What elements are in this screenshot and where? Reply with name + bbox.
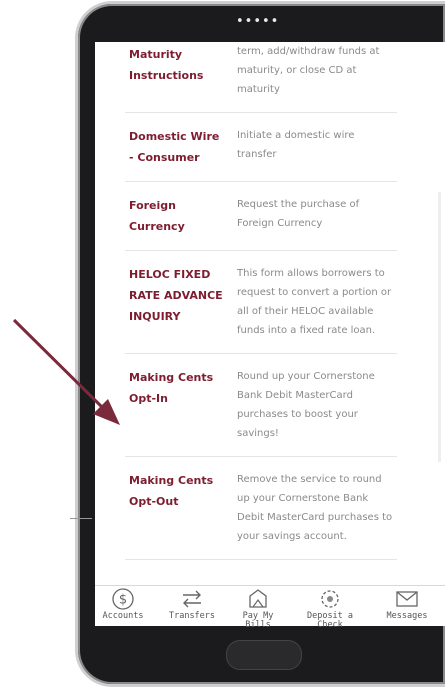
annotation-arrow-icon	[12, 318, 120, 425]
